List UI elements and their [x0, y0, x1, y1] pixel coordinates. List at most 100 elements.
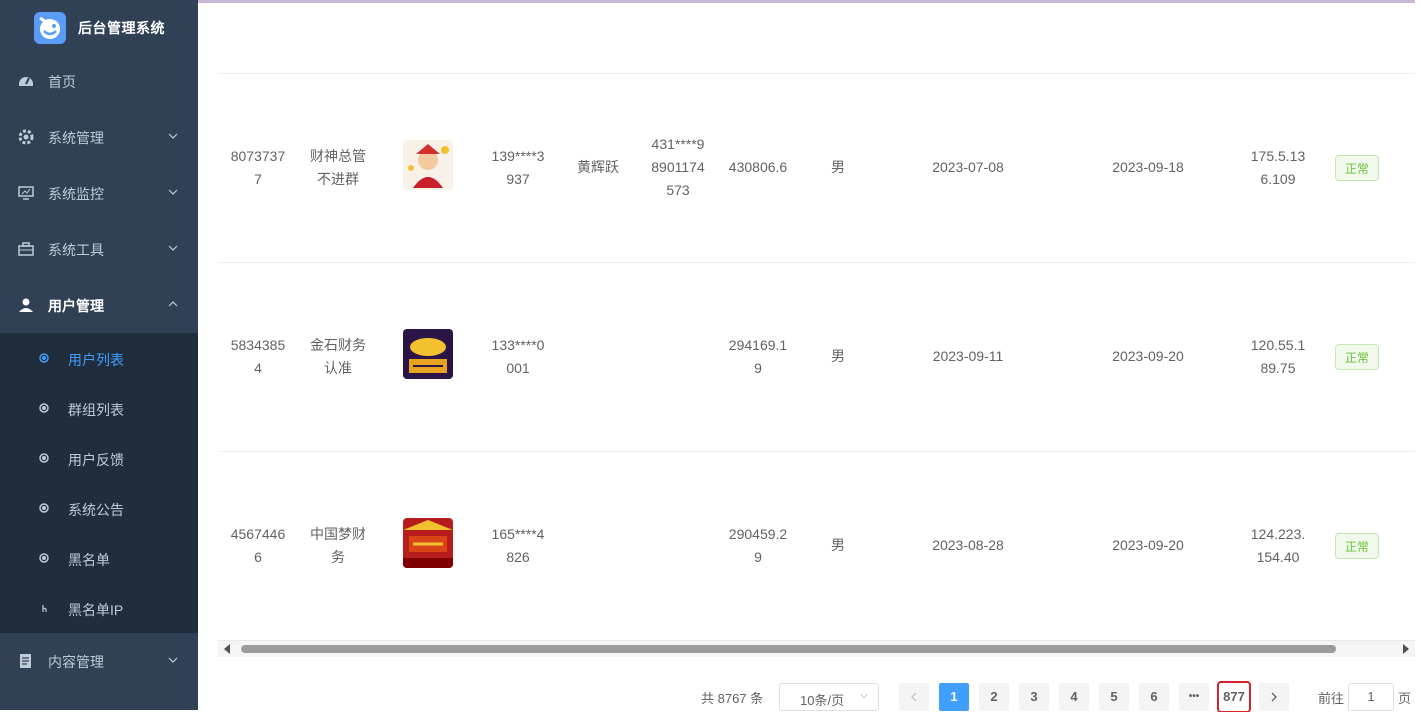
sidebar-item-label: 系统工具 [48, 242, 104, 258]
cell-nickname: 财神总管 不进群 [310, 148, 366, 187]
status-badge: 正常 [1335, 155, 1379, 181]
page-size-value: 10条/页 [800, 693, 845, 708]
cell-nickname: 金石财务 认准 [310, 337, 366, 376]
avatar[interactable] [403, 140, 453, 190]
sidebar-item-system-notice[interactable]: 系统公告 [0, 483, 198, 533]
hand-pointer-icon [42, 605, 47, 612]
sidebar-item-user-feedback[interactable]: 用户反馈 [0, 433, 198, 483]
logo-icon [34, 12, 66, 44]
logo[interactable]: 后台管理系统 [0, 0, 198, 56]
sidebar: 后台管理系统 首页 系统管理 系统监控 系统工具 用户管理 用户列表 群组列表 … [0, 0, 198, 710]
cell-gender: 男 [831, 537, 845, 553]
cell-ip: 175.5.13 6.109 [1250, 148, 1306, 187]
cell-nickname: 中国梦财务 [310, 526, 366, 565]
user-icon [19, 298, 33, 312]
chevron-down-icon [168, 133, 178, 139]
row-divider [218, 451, 1415, 452]
cell-balance: 290459.2 9 [728, 526, 788, 565]
document-icon [20, 654, 31, 668]
cell-balance: 294169.1 9 [728, 337, 788, 376]
goto-label: 前往 [1318, 691, 1345, 706]
cell-created-date: 2023-07-08 [932, 159, 1004, 175]
vertical-scrollbar[interactable] [1415, 0, 1421, 640]
horizontal-scrollbar[interactable] [218, 640, 1415, 657]
scrollbar-thumb[interactable] [241, 645, 1336, 653]
scroll-left-icon[interactable] [224, 644, 230, 654]
radio-dot-icon [39, 503, 49, 513]
cell-phone: 139****3 937 [491, 148, 545, 187]
cell-balance: 430806.6 [728, 159, 788, 175]
page-button-1[interactable]: 1 [939, 683, 969, 711]
cell-idcard: 431****9 8901174 573 [651, 136, 705, 198]
avatar[interactable] [403, 518, 453, 568]
page-size-select[interactable]: 10条/页 [779, 683, 879, 711]
next-page-button[interactable] [1259, 683, 1289, 711]
page-button-3[interactable]: 3 [1019, 683, 1049, 711]
goto-suffix: 页 [1398, 691, 1412, 706]
sidebar-item-system-monitor[interactable]: 系统监控 [0, 165, 198, 221]
sidebar-item-user-management[interactable]: 用户管理 [0, 277, 198, 333]
chevron-down-icon [168, 189, 178, 195]
cell-ip: 120.55.1 89.75 [1250, 337, 1306, 376]
sidebar-item-system-management[interactable]: 系统管理 [0, 109, 198, 165]
radio-dot-icon [39, 353, 49, 363]
sidebar-item-blacklist-ip[interactable]: 黑名单IP [0, 583, 198, 633]
sidebar-item-group-list[interactable]: 群组列表 [0, 383, 198, 433]
total-count: 共 8767 条 [701, 691, 764, 706]
page-button-4[interactable]: 4 [1059, 683, 1089, 711]
submenu: 用户列表 群组列表 用户反馈 系统公告 黑名单 黑名单IP [0, 333, 198, 633]
app-title: 后台管理系统 [78, 20, 165, 36]
sidebar-item-label: 系统监控 [48, 186, 104, 202]
cell-id: 5834385 4 [230, 337, 286, 376]
page-ellipsis[interactable]: ••• [1179, 683, 1209, 711]
status-badge: 正常 [1335, 344, 1379, 370]
cell-gender: 男 [831, 348, 845, 364]
chevron-down-icon [168, 657, 178, 663]
chevron-down-icon [860, 694, 868, 699]
cell-id: 4567446 6 [230, 526, 286, 565]
cell-id: 8073737 7 [230, 148, 286, 187]
page-button-6[interactable]: 6 [1139, 683, 1169, 711]
cell-phone: 165****4 826 [491, 526, 545, 565]
sidebar-item-label: 群组列表 [68, 402, 124, 418]
chevron-left-icon [911, 692, 917, 702]
radio-dot-icon [39, 403, 49, 413]
sidebar-item-label: 黑名单 [68, 552, 110, 568]
gear-icon [18, 129, 34, 145]
sidebar-item-label: 用户列表 [68, 352, 124, 368]
sidebar-item-system-tools[interactable]: 系统工具 [0, 221, 198, 277]
cell-phone: 133****0 001 [491, 337, 545, 376]
sidebar-item-home[interactable]: 首页 [0, 53, 198, 109]
avatar[interactable] [403, 329, 453, 379]
sidebar-item-label: 系统公告 [68, 502, 124, 518]
cell-created-date: 2023-08-28 [932, 537, 1004, 553]
status-badge: 正常 [1335, 533, 1379, 559]
radio-dot-icon [39, 453, 49, 463]
sidebar-item-label: 用户反馈 [68, 452, 124, 468]
sidebar-item-user-list[interactable]: 用户列表 [0, 333, 198, 383]
dashboard-icon [19, 77, 33, 86]
toolbox-icon [18, 242, 34, 256]
pagination: 共 8767 条 10条/页 1 2 3 4 5 6 ••• 877 前往 1 … [0, 680, 1421, 712]
cell-ip: 124.223. 154.40 [1250, 526, 1306, 565]
sidebar-item-label: 黑名单IP [68, 602, 124, 618]
sidebar-item-label: 用户管理 [48, 298, 104, 314]
sidebar-item-label: 首页 [48, 74, 76, 90]
scroll-right-icon[interactable] [1403, 644, 1409, 654]
cell-created-date: 2023-09-11 [932, 348, 1004, 364]
cell-realname: 黄辉跃 [577, 159, 619, 175]
sidebar-item-blacklist[interactable]: 黑名单 [0, 533, 198, 583]
row-divider [218, 73, 1415, 74]
chevron-right-icon [1271, 692, 1277, 702]
page-button-last[interactable]: 877 [1217, 681, 1251, 712]
goto-page-input[interactable]: 1 [1348, 683, 1394, 711]
prev-page-button[interactable] [899, 683, 929, 711]
chevron-up-icon [168, 301, 178, 307]
chevron-down-icon [168, 245, 178, 251]
sidebar-item-label: 系统管理 [48, 130, 104, 146]
monitor-icon [18, 186, 34, 200]
page-button-2[interactable]: 2 [979, 683, 1009, 711]
cell-gender: 男 [831, 159, 845, 175]
row-divider [218, 262, 1415, 263]
page-button-5[interactable]: 5 [1099, 683, 1129, 711]
